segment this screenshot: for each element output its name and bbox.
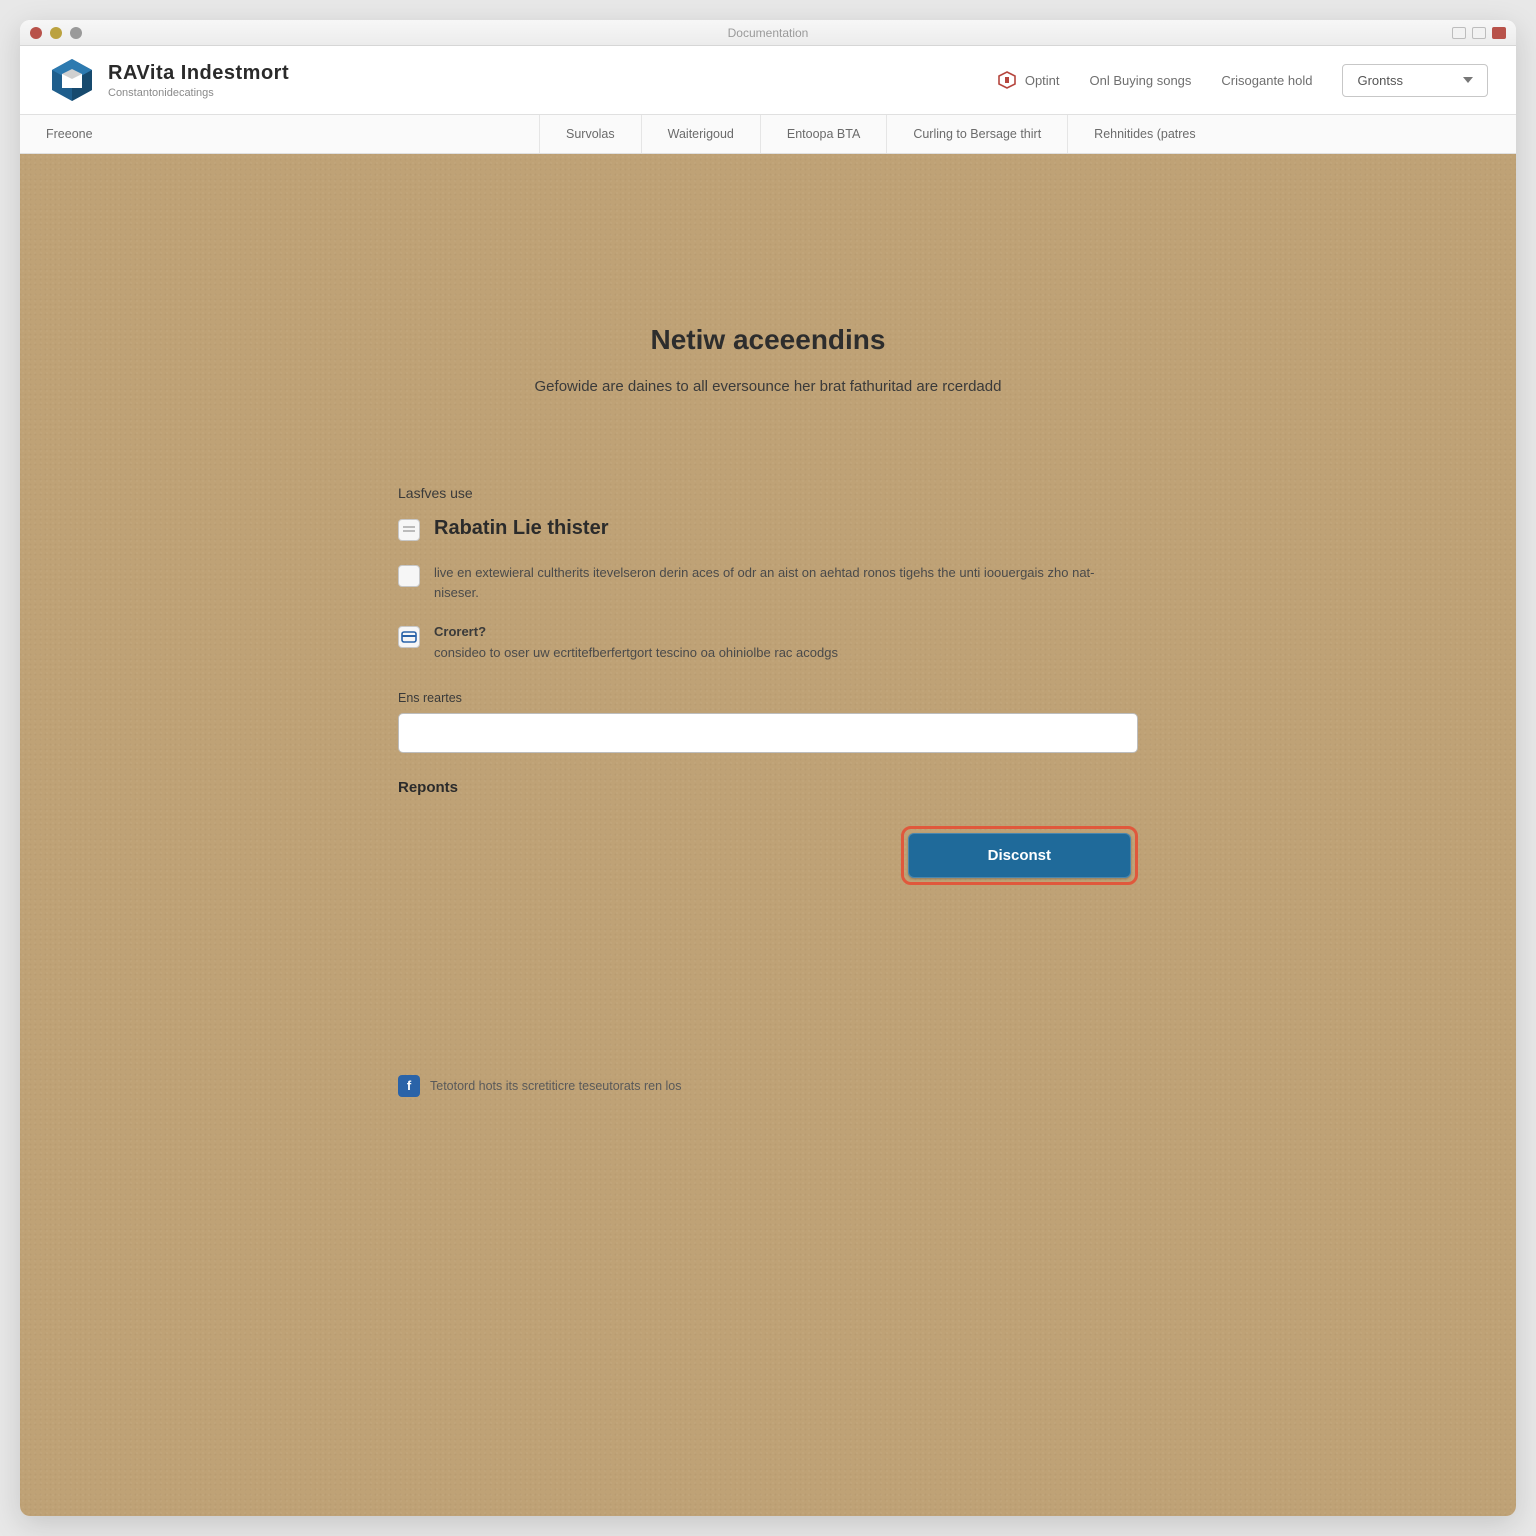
language-select[interactable]: Grontss bbox=[1342, 64, 1488, 97]
window-right-controls bbox=[1452, 27, 1506, 39]
page-title: Netiw aceeendins bbox=[398, 324, 1138, 356]
info-badge-icon: f bbox=[398, 1075, 420, 1097]
footer-note: f Tetotord hots its scretiticre teseutor… bbox=[398, 1075, 1138, 1097]
maximize-icon[interactable] bbox=[70, 27, 82, 39]
nav-item-curling[interactable]: Curling to Bersage thirt bbox=[887, 115, 1068, 153]
nav-item-rehnitides[interactable]: Rehnitides (patres bbox=[1068, 115, 1221, 153]
nav-item-survolas[interactable]: Survolas bbox=[540, 115, 642, 153]
window-button-1[interactable] bbox=[1452, 27, 1466, 39]
disconst-button[interactable]: Disconst bbox=[908, 833, 1131, 878]
nav-item-entoopa[interactable]: Entoopa BTA bbox=[761, 115, 887, 153]
nav-item-freeone[interactable]: Freeone bbox=[20, 115, 540, 153]
minimize-icon[interactable] bbox=[50, 27, 62, 39]
reartes-input[interactable] bbox=[398, 713, 1138, 753]
nav-item-waiterigoud[interactable]: Waiterigoud bbox=[642, 115, 761, 153]
brand-title: RAVita Indestmort bbox=[108, 62, 289, 85]
reports-label: Reponts bbox=[398, 779, 1138, 796]
brand-subtitle: Constantonidecatings bbox=[108, 87, 289, 99]
titlebar: Documentation bbox=[20, 20, 1516, 46]
navbar: Freeone Survolas Waiterigoud Entoopa BTA… bbox=[20, 115, 1516, 154]
header-link-buying[interactable]: Onl Buying songs bbox=[1090, 73, 1192, 88]
header: RAVita Indestmort Constantonidecatings O… bbox=[20, 46, 1516, 115]
option-desc-text: consideo to oser uw ecrtitefberfertgort … bbox=[434, 643, 838, 663]
window-title: Documentation bbox=[728, 26, 809, 40]
hexagon-icon bbox=[997, 70, 1017, 90]
brand-logo-icon bbox=[48, 56, 96, 104]
option-rabatin[interactable]: Rabatin Lie thister bbox=[398, 517, 1138, 541]
checkbox-icon[interactable] bbox=[398, 626, 420, 648]
chevron-down-icon bbox=[1463, 77, 1473, 83]
footer-note-text: Tetotord hots its scretiticre teseutorat… bbox=[430, 1079, 682, 1093]
checkbox-icon[interactable] bbox=[398, 519, 420, 541]
option-desc-text: live en extewieral cultherits itevelsero… bbox=[434, 563, 1138, 602]
window-button-2[interactable] bbox=[1472, 27, 1486, 39]
window-controls[interactable] bbox=[30, 27, 82, 39]
header-link-crisogante[interactable]: Crisogante hold bbox=[1221, 73, 1312, 88]
checkbox-icon[interactable] bbox=[398, 565, 420, 587]
field-label: Ens reartes bbox=[398, 691, 1138, 705]
option-description[interactable]: live en extewieral cultherits itevelsero… bbox=[398, 563, 1138, 602]
window-button-3[interactable] bbox=[1492, 27, 1506, 39]
submit-highlight: Disconst bbox=[901, 826, 1138, 885]
header-link-optint[interactable]: Optint bbox=[997, 70, 1060, 90]
section-label: Lasfves use bbox=[398, 485, 1138, 501]
close-icon[interactable] bbox=[30, 27, 42, 39]
header-link-label: Optint bbox=[1025, 73, 1060, 88]
page-subtitle: Gefowide are daines to all eversounce he… bbox=[398, 378, 1138, 395]
option-small-title: Crorert? bbox=[434, 624, 838, 639]
option-crorert[interactable]: Crorert? consideo to oser uw ecrtitefber… bbox=[398, 624, 1138, 663]
language-select-label: Grontss bbox=[1357, 73, 1403, 88]
brand[interactable]: RAVita Indestmort Constantonidecatings bbox=[48, 56, 289, 104]
option-title: Rabatin Lie thister bbox=[434, 517, 608, 540]
card-icon bbox=[401, 631, 417, 643]
